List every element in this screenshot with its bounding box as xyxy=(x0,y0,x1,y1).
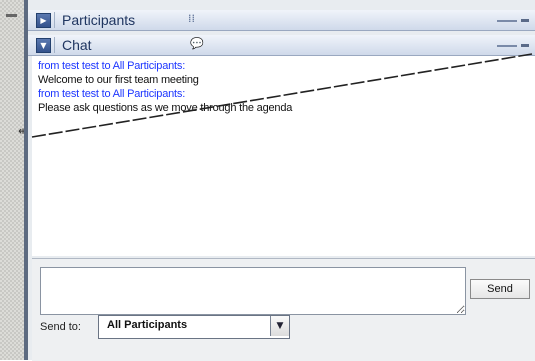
divider xyxy=(54,37,55,53)
panel-minimize-icon[interactable] xyxy=(521,19,529,22)
chat-panel-header[interactable]: ▼ Chat 💬 xyxy=(28,35,535,56)
triangle-right-icon[interactable]: ▶ xyxy=(36,13,51,28)
panel-options-line xyxy=(497,20,517,22)
message-text: Please ask questions as we move through … xyxy=(38,102,293,114)
message-text: Welcome to our first team meeting xyxy=(38,74,199,86)
message-sender-line: from test test to All Participants: xyxy=(38,88,186,100)
chat-message-input[interactable] xyxy=(40,267,466,315)
chat-panel-title: Chat xyxy=(62,37,92,53)
divider xyxy=(54,12,55,28)
chat-message-list[interactable]: from test test to All Participants: Welc… xyxy=(32,56,535,256)
send-to-label: Send to: xyxy=(40,321,81,333)
chevron-down-icon[interactable]: ▼ xyxy=(270,316,289,336)
send-button[interactable]: Send xyxy=(470,279,530,299)
participants-panel-title: Participants xyxy=(62,12,136,28)
participants-panel-header[interactable]: ▶ Participants ⁞⁞ xyxy=(28,10,535,31)
chat-bubble-icon: 💬 xyxy=(190,37,204,50)
panel-resize-strip[interactable]: ⇹ xyxy=(0,0,28,360)
minimize-icon[interactable] xyxy=(6,14,17,17)
panel-options-line xyxy=(497,45,517,47)
triangle-down-icon[interactable]: ▼ xyxy=(36,38,51,53)
grid-icon: ⁞⁞ xyxy=(188,12,195,25)
send-to-dropdown[interactable]: All Participants ▼ xyxy=(98,315,290,339)
chat-compose-area: Send Send to: All Participants ▼ xyxy=(32,258,535,361)
send-to-selected-value: All Participants xyxy=(107,319,188,331)
panel-container: ▶ Participants ⁞⁞ ▼ Chat 💬 from test tes… xyxy=(24,0,535,361)
panel-minimize-icon[interactable] xyxy=(521,44,529,47)
message-sender-line: from test test to All Participants: xyxy=(38,60,186,72)
